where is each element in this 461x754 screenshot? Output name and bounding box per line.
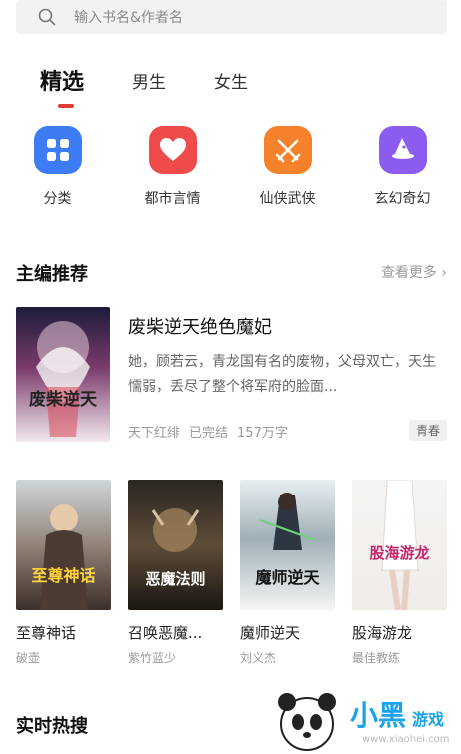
book-author: 紫竹蓝少 xyxy=(128,651,177,665)
category-label: 都市言情 xyxy=(144,191,201,207)
book-card[interactable]: 股海游龙 股海游龙 最佳教练 xyxy=(352,480,447,666)
book-grid: 至尊神话 至尊神话 破壶 恶魔法则 召唤恶魔... 紫竹蓝少 魔师逆天 魔师逆天… xyxy=(16,480,447,666)
channel-tabs: 精选 男生 女生 xyxy=(40,64,296,108)
tab-male[interactable]: 男生 xyxy=(132,64,166,96)
book-card[interactable]: 恶魔法则 召唤恶魔... 紫竹蓝少 xyxy=(128,480,223,666)
book-cover[interactable]: 恶魔法则 xyxy=(128,480,223,610)
book-cover[interactable]: 废柴逆天 xyxy=(16,307,110,442)
crossed-swords-icon[interactable] xyxy=(263,126,312,174)
category-romance[interactable]: 都市言情 xyxy=(115,126,230,208)
category-xianxia[interactable]: 仙侠武侠 xyxy=(230,126,345,208)
featured-book[interactable]: 废柴逆天 废柴逆天绝色魔妃 她，顾若云，青龙国有名的废物，父母双亡，天生懦弱，丢… xyxy=(16,307,447,445)
cover-title: 股海游龙 xyxy=(369,544,430,562)
grid-icon[interactable] xyxy=(33,126,82,174)
watermark-text-secondary: 游戏 xyxy=(412,710,445,729)
category-label: 玄幻奇幻 xyxy=(374,191,431,207)
genre-tag[interactable]: 青春 xyxy=(408,420,447,441)
view-more-link[interactable]: 查看更多 › xyxy=(381,262,447,282)
book-card[interactable]: 魔师逆天 魔师逆天 刘义杰 xyxy=(240,480,335,666)
cover-title: 恶魔法则 xyxy=(145,570,206,588)
book-title[interactable]: 召唤恶魔... xyxy=(128,622,223,643)
cover-title: 魔师逆天 xyxy=(255,568,320,587)
category-label: 仙侠武侠 xyxy=(259,191,316,207)
search-bar[interactable]: 输入书名&作者名 xyxy=(16,0,447,34)
book-cover[interactable]: 魔师逆天 xyxy=(240,480,335,610)
search-input[interactable]: 输入书名&作者名 xyxy=(74,7,183,27)
wizard-hat-icon[interactable] xyxy=(378,126,427,174)
featured-book-meta: 天下红绯 已完结 157万字 xyxy=(128,422,297,441)
section-title-hot-search: 实时热搜 xyxy=(16,716,88,737)
tab-female[interactable]: 女生 xyxy=(214,64,248,96)
book-status: 已完结 xyxy=(189,426,229,441)
category-label: 分类 xyxy=(43,191,72,207)
panda-logo-icon xyxy=(278,693,336,751)
featured-book-title[interactable]: 废柴逆天绝色魔妃 xyxy=(128,313,272,339)
book-word-count: 157万字 xyxy=(237,426,288,441)
book-title[interactable]: 至尊神话 xyxy=(16,622,111,643)
book-title[interactable]: 魔师逆天 xyxy=(240,622,335,643)
site-watermark: 小黑 游戏 www.xiaohei.com xyxy=(262,688,461,754)
watermark-text: 小黑 xyxy=(350,699,407,732)
book-author: 天下红绯 xyxy=(128,426,181,441)
watermark-url: www.xiaohei.com xyxy=(362,734,450,745)
category-row: 分类 都市言情 仙侠武侠 玄幻奇幻 xyxy=(0,126,461,208)
cover-title: 至尊神话 xyxy=(31,566,96,585)
book-author: 最佳教练 xyxy=(352,651,401,665)
book-cover[interactable]: 股海游龙 xyxy=(352,480,447,610)
section-title-editor-picks: 主编推荐 xyxy=(16,264,88,285)
category-fantasy[interactable]: 玄幻奇幻 xyxy=(345,126,460,208)
cover-title: 废柴逆天 xyxy=(29,390,97,410)
heart-icon[interactable] xyxy=(148,126,197,174)
book-card[interactable]: 至尊神话 至尊神话 破壶 xyxy=(16,480,111,666)
book-title[interactable]: 股海游龙 xyxy=(352,622,447,643)
category-classify[interactable]: 分类 xyxy=(0,126,115,208)
tab-featured[interactable]: 精选 xyxy=(40,64,84,108)
book-cover[interactable]: 至尊神话 xyxy=(16,480,111,610)
book-author: 刘义杰 xyxy=(240,651,277,665)
book-author: 破壶 xyxy=(16,651,41,665)
search-icon xyxy=(38,8,56,26)
featured-book-description: 她，顾若云，青龙国有名的废物，父母双亡，天生懦弱，丢尽了整个将军府的脸面... xyxy=(128,354,436,395)
